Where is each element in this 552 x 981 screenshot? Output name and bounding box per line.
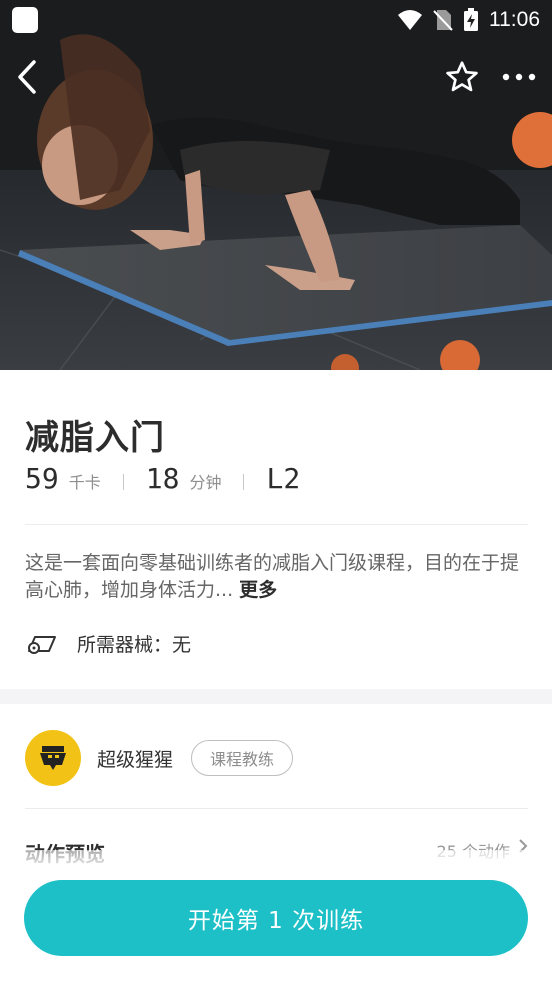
course-level: L2: [266, 462, 301, 495]
stat-divider: [243, 474, 245, 490]
more-horizontal-icon: [502, 73, 536, 81]
status-bar: 11:06: [0, 0, 552, 40]
duration-value: 18: [145, 462, 180, 495]
stat-divider: [122, 474, 124, 490]
equipment-label: 所需器械：无: [77, 633, 192, 656]
section-separator: [0, 689, 552, 704]
wifi-icon: [398, 10, 422, 30]
back-button[interactable]: [16, 57, 48, 97]
battery-charging-icon: [464, 8, 478, 31]
top-navigation: [0, 52, 552, 102]
app-notification-icon: [12, 7, 38, 33]
course-stats: 59 千卡 18 分钟 L2: [25, 462, 300, 502]
calories-unit: 千卡: [68, 473, 101, 492]
start-training-button[interactable]: 开始第 1 次训练: [24, 880, 528, 956]
divider: [25, 524, 528, 525]
star-outline-icon: [446, 61, 478, 92]
no-sim-icon: [433, 10, 453, 31]
coach-badge: 课程教练: [191, 740, 294, 776]
coach-name: 超级猩猩: [97, 748, 174, 771]
equipment-row: 所需器械：无: [25, 628, 191, 658]
hero-image: 11:06: [0, 0, 552, 370]
coach-row[interactable]: 超级猩猩 课程教练: [25, 730, 528, 786]
equipment-icon: [28, 636, 56, 654]
status-time: 11:06: [489, 8, 540, 31]
avatar[interactable]: [25, 730, 81, 786]
more-button[interactable]: [502, 72, 536, 82]
chevron-left-icon: [18, 60, 36, 94]
favorite-button[interactable]: [444, 59, 480, 95]
duration-unit: 分钟: [189, 473, 222, 492]
more-link[interactable]: 更多: [239, 579, 277, 601]
gorilla-logo-icon: [40, 746, 66, 770]
divider: [25, 808, 528, 809]
course-description: 这是一套面向零基础训练者的减脂入门级课程，目的在于提高心肺，增加身体活力... 更…: [25, 550, 528, 604]
course-title: 减脂入门: [25, 418, 165, 458]
calories-value: 59: [25, 462, 59, 495]
